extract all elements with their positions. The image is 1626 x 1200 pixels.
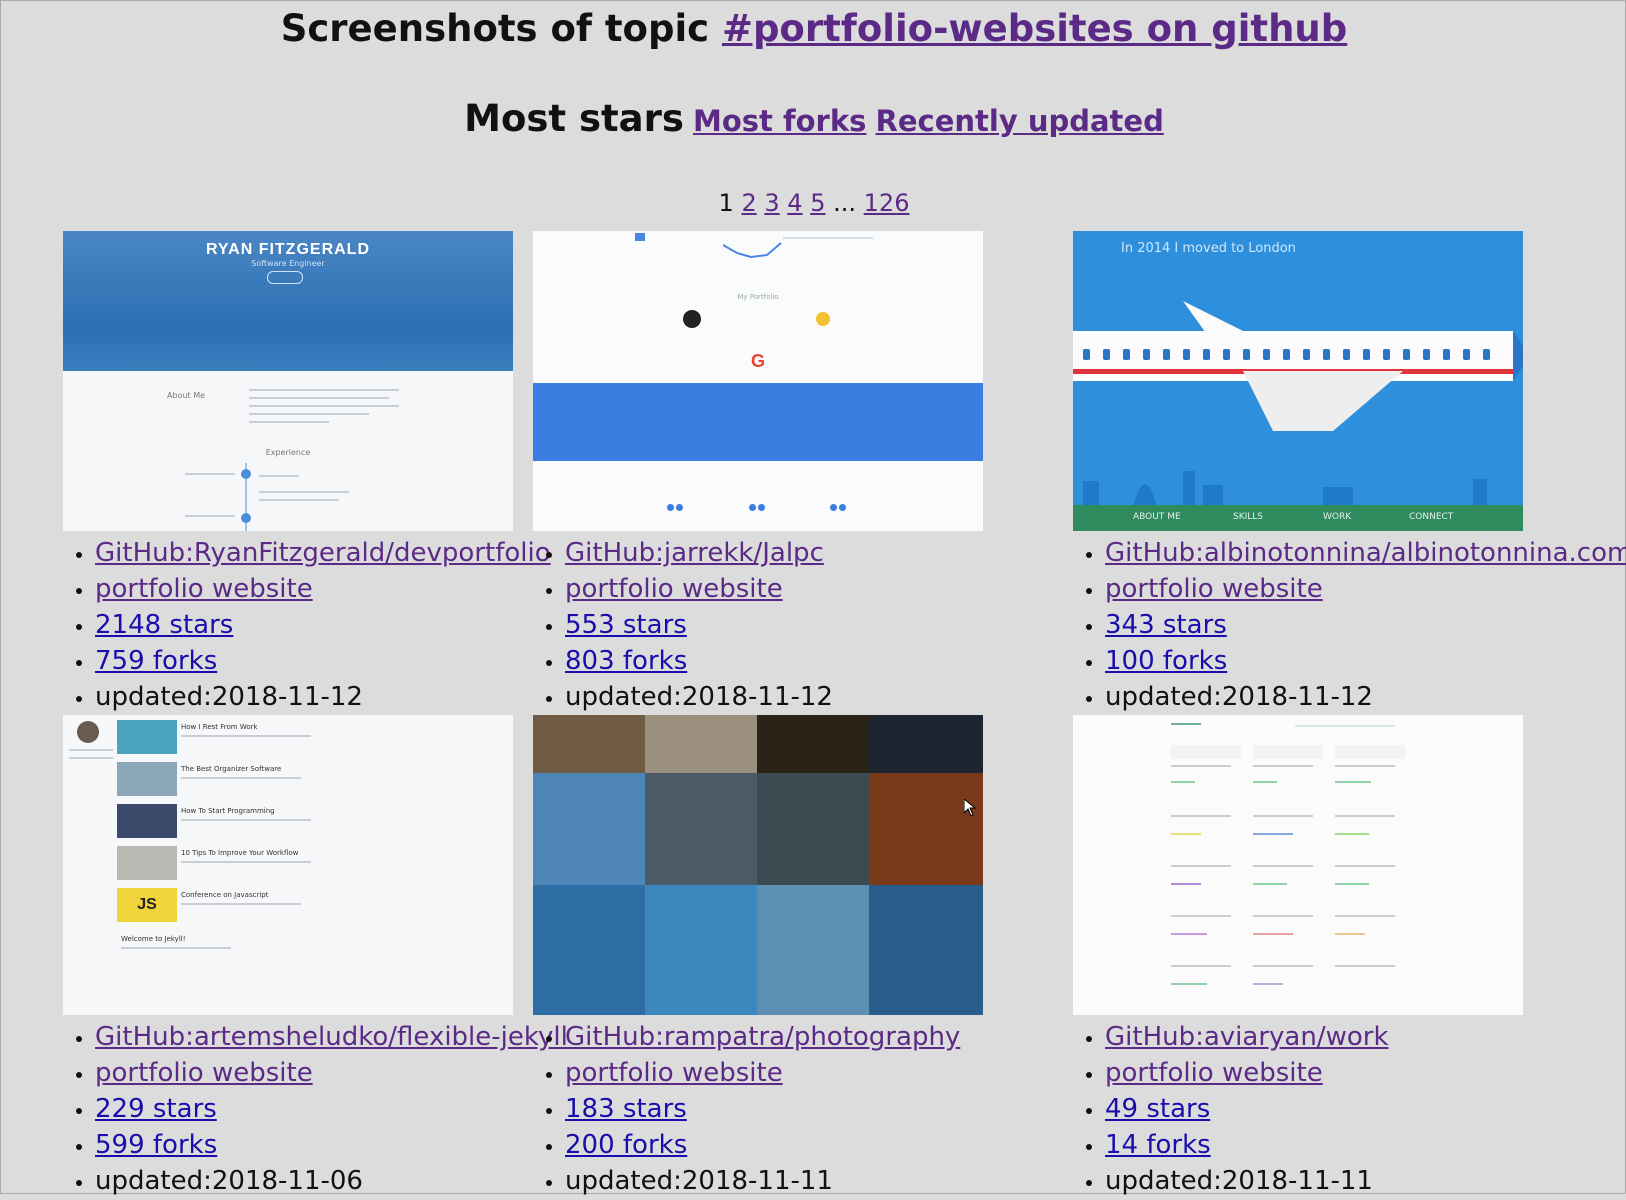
repo-info-list: GitHub:aviaryan/work portfolio website 4… — [1073, 1019, 1523, 1199]
shot-nav-item: SKILLS — [1233, 512, 1264, 522]
repo-screenshot[interactable]: JS How I Rest From Work The Best Organiz… — [63, 715, 513, 1015]
forks-link[interactable]: 100 forks — [1105, 646, 1227, 676]
shot-nav-item: WORK — [1323, 512, 1352, 522]
forks-link[interactable]: 14 forks — [1105, 1130, 1211, 1160]
page-link-3[interactable]: 3 — [764, 189, 779, 217]
repo-screenshot[interactable]: In 2014 I moved to London ABOUT ME SKILL… — [1073, 231, 1523, 531]
repo-desc-link[interactable]: portfolio website — [95, 574, 313, 604]
repo-screenshot[interactable]: RYAN FITZGERALD Software Engineer About … — [63, 231, 513, 531]
shot-subtitle-text: Software Engineer — [251, 259, 325, 268]
repo-link[interactable]: GitHub:albinotonnina/albinotonnina.com — [1105, 538, 1626, 568]
forks-link[interactable]: 200 forks — [565, 1130, 687, 1160]
repo-desc-link[interactable]: portfolio website — [95, 1058, 313, 1088]
updated-text: updated:2018-11-12 — [1105, 679, 1626, 715]
pagination: 1 2 3 4 5 ... 126 — [1, 189, 1626, 217]
repo-card: RYAN FITZGERALD Software Engineer About … — [63, 231, 551, 715]
avatar — [77, 721, 99, 743]
stars-link[interactable]: 183 stars — [565, 1094, 687, 1124]
shot-caption-text: In 2014 I moved to London — [1121, 241, 1296, 256]
repo-link[interactable]: GitHub:aviaryan/work — [1105, 1022, 1389, 1052]
repo-screenshot[interactable] — [533, 715, 983, 1015]
shot-name-text: RYAN FITZGERALD — [205, 241, 371, 258]
repo-link[interactable]: GitHub:RyanFitzgerald/devportfolio — [95, 538, 551, 568]
updated-text: updated:2018-11-12 — [565, 679, 983, 715]
repo-desc-link[interactable]: portfolio website — [565, 574, 783, 604]
repo-desc-link[interactable]: portfolio website — [565, 1058, 783, 1088]
shot-nav-item: ABOUT ME — [1133, 512, 1181, 522]
js-badge: JS — [117, 888, 177, 922]
page-ellipsis: ... — [833, 189, 857, 217]
stars-link[interactable]: 229 stars — [95, 1094, 217, 1124]
shot-heading-text: My Portfolio — [737, 293, 779, 301]
page-link-2[interactable]: 2 — [741, 189, 756, 217]
shot-about-heading: About Me — [167, 391, 206, 400]
title-prefix: Screenshots of topic — [280, 7, 722, 50]
post-title: The Best Organizer Software — [181, 765, 282, 773]
sort-recently-updated-link[interactable]: Recently updated — [876, 104, 1164, 138]
topic-link[interactable]: #portfolio-websites on github — [722, 7, 1347, 50]
repo-card: JS How I Rest From Work The Best Organiz… — [63, 715, 568, 1199]
post-title: Conference on Javascript — [181, 891, 269, 899]
forks-link[interactable]: 759 forks — [95, 646, 217, 676]
repo-card: My Portfolio G GitHub:jarrekk/Jalpc port… — [533, 231, 983, 715]
repo-card: GitHub:rampatra/photography portfolio we… — [533, 715, 983, 1199]
post-title: How To Start Programming — [181, 807, 275, 815]
page-link-5[interactable]: 5 — [810, 189, 825, 217]
repo-info-list: GitHub:rampatra/photography portfolio we… — [533, 1019, 983, 1199]
stars-link[interactable]: 553 stars — [565, 610, 687, 640]
repo-link[interactable]: GitHub:artemsheludko/flexible-jekyll — [95, 1022, 568, 1052]
shot-experience-heading: Experience — [265, 448, 311, 457]
cursor-icon — [964, 799, 976, 817]
sort-bar: Most stars Most forks Recently updated — [1, 97, 1626, 140]
repo-screenshot[interactable] — [1073, 715, 1523, 1015]
repo-info-list: GitHub:RyanFitzgerald/devportfolio portf… — [63, 535, 551, 715]
stars-link[interactable]: 343 stars — [1105, 610, 1227, 640]
repo-desc-link[interactable]: portfolio website — [1105, 574, 1323, 604]
shot-nav: ABOUT ME SKILLS WORK CONNECT — [1073, 505, 1523, 531]
repo-link[interactable]: GitHub:jarrekk/Jalpc — [565, 538, 824, 568]
repo-link[interactable]: GitHub:rampatra/photography — [565, 1022, 960, 1052]
shot-nav-item: CONNECT — [1409, 512, 1454, 522]
forks-link[interactable]: 803 forks — [565, 646, 687, 676]
repo-desc-link[interactable]: portfolio website — [1105, 1058, 1323, 1088]
forks-link[interactable]: 599 forks — [95, 1130, 217, 1160]
updated-text: updated:2018-11-12 — [95, 679, 551, 715]
page-title: Screenshots of topic #portfolio-websites… — [1, 7, 1626, 50]
sort-most-forks-link[interactable]: Most forks — [693, 104, 866, 138]
stars-link[interactable]: 49 stars — [1105, 1094, 1210, 1124]
sort-current: Most stars — [464, 97, 684, 140]
repo-info-list: GitHub:jarrekk/Jalpc portfolio website 5… — [533, 535, 983, 715]
page-link-4[interactable]: 4 — [787, 189, 802, 217]
repo-card: In 2014 I moved to London ABOUT ME SKILL… — [1073, 231, 1626, 715]
page-link-last[interactable]: 126 — [864, 189, 910, 217]
post-title: 10 Tips To Improve Your Workflow — [181, 849, 299, 857]
post-title: How I Rest From Work — [181, 723, 258, 731]
repo-info-list: GitHub:albinotonnina/albinotonnina.com p… — [1073, 535, 1626, 715]
repo-screenshot[interactable]: My Portfolio G — [533, 231, 983, 531]
page-current: 1 — [718, 189, 734, 217]
stars-link[interactable]: 2148 stars — [95, 610, 233, 640]
repo-card: GitHub:aviaryan/work portfolio website 4… — [1073, 715, 1523, 1199]
welcome-heading: Welcome to Jekyll! — [121, 935, 186, 943]
repo-info-list: GitHub:artemsheludko/flexible-jekyll por… — [63, 1019, 568, 1199]
